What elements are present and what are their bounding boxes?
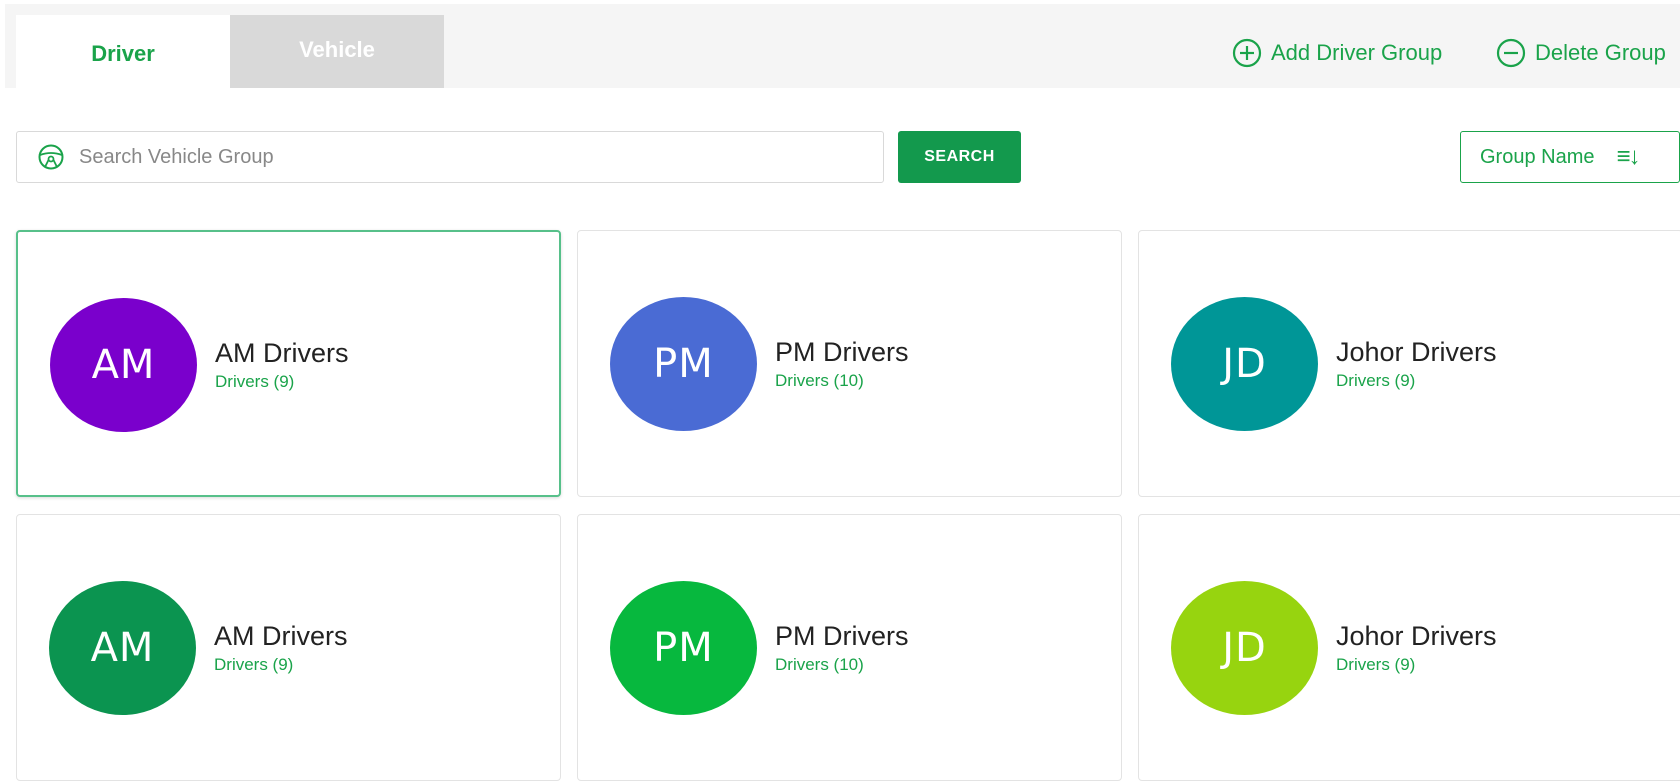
- search-box: [16, 131, 884, 183]
- search-input[interactable]: [79, 132, 883, 182]
- group-card[interactable]: PM PM Drivers Drivers (10): [577, 514, 1122, 781]
- minus-circle-icon: [1496, 38, 1526, 68]
- tab-driver[interactable]: Driver: [16, 15, 230, 88]
- tab-driver-label: Driver: [91, 40, 155, 66]
- steering-wheel-icon: [38, 144, 64, 170]
- sort-descending-icon: ≡↓: [1616, 143, 1641, 170]
- add-driver-group-button[interactable]: Add Driver Group: [1231, 37, 1442, 69]
- avatar: PM: [610, 581, 757, 715]
- group-name: AM Drivers: [215, 338, 349, 368]
- tab-vehicle-label: Vehicle: [299, 36, 375, 62]
- group-card[interactable]: PM PM Drivers Drivers (10): [577, 230, 1122, 497]
- avatar: AM: [49, 581, 196, 715]
- group-card[interactable]: AM AM Drivers Drivers (9): [16, 230, 561, 497]
- plus-circle-icon: [1232, 38, 1262, 68]
- sort-label: Group Name: [1480, 145, 1595, 168]
- group-card[interactable]: AM AM Drivers Drivers (9): [16, 514, 561, 781]
- sort-dropdown[interactable]: Group Name ≡↓: [1460, 131, 1680, 183]
- avatar: JD: [1171, 581, 1318, 715]
- add-driver-group-label: Add Driver Group: [1271, 40, 1443, 65]
- tab-vehicle[interactable]: Vehicle: [230, 15, 444, 88]
- group-driver-count: Drivers (9): [214, 655, 294, 674]
- group-name: Johor Drivers: [1336, 621, 1497, 651]
- group-driver-count: Drivers (10): [775, 371, 864, 390]
- delete-group-label: Delete Group: [1535, 40, 1666, 65]
- group-name: Johor Drivers: [1336, 337, 1497, 367]
- delete-group-button[interactable]: Delete Group: [1495, 37, 1666, 69]
- avatar: AM: [50, 298, 197, 432]
- group-name: AM Drivers: [214, 621, 348, 651]
- group-card[interactable]: JD Johor Drivers Drivers (9): [1138, 514, 1680, 781]
- search-button[interactable]: SEARCH: [898, 131, 1021, 183]
- group-driver-count: Drivers (9): [1336, 371, 1416, 390]
- group-name: PM Drivers: [775, 621, 909, 651]
- group-name: PM Drivers: [775, 337, 909, 367]
- avatar: JD: [1171, 297, 1318, 431]
- group-driver-count: Drivers (10): [775, 655, 864, 674]
- avatar: PM: [610, 297, 757, 431]
- group-driver-count: Drivers (9): [215, 372, 295, 391]
- group-card[interactable]: JD Johor Drivers Drivers (9): [1138, 230, 1680, 497]
- group-driver-count: Drivers (9): [1336, 655, 1416, 674]
